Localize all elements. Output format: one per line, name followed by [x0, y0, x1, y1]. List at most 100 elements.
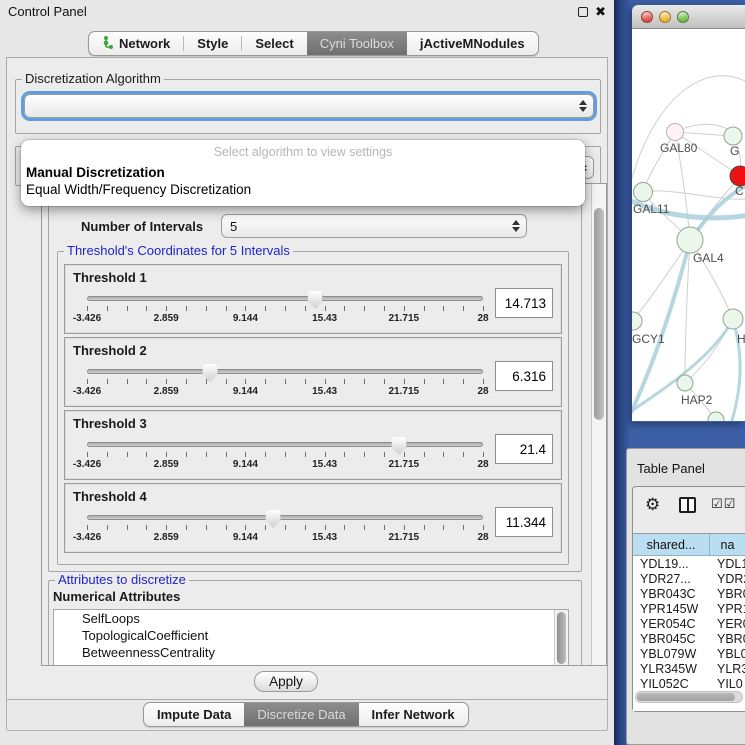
tick-label: 28: [477, 386, 488, 397]
tick-mark: [107, 379, 108, 384]
tab-style[interactable]: Style: [184, 32, 241, 55]
cell-shared-name: YBR043C: [633, 587, 710, 601]
table-header-row: shared... na: [633, 534, 745, 556]
tab-jactivemnodules[interactable]: jActiveMNodules: [407, 32, 538, 55]
tick-mark: [206, 525, 207, 530]
attribute-list-item[interactable]: SelfLoops: [54, 610, 568, 627]
tick-mark: [285, 452, 286, 457]
columns-icon[interactable]: [679, 497, 696, 513]
threshold-value-field[interactable]: 14.713: [495, 288, 553, 318]
table-row[interactable]: YIL052CYIL0: [633, 676, 745, 691]
tick-mark: [107, 452, 108, 457]
slider-track[interactable]: [87, 515, 483, 520]
number-of-intervals-value: 5: [230, 219, 237, 234]
network-node-gcy1[interactable]: [632, 312, 642, 330]
stepper-icon: [510, 219, 521, 233]
threshold-value-field[interactable]: 11.344: [495, 507, 553, 537]
number-of-intervals-combobox[interactable]: 5: [221, 214, 527, 238]
tick-label: -3.426: [73, 313, 101, 324]
network-node-c[interactable]: [730, 166, 745, 186]
tick-mark: [146, 306, 147, 311]
network-node-gal80[interactable]: [667, 124, 684, 141]
tick-mark: [245, 525, 246, 530]
dropdown-option-manual[interactable]: Manual Discretization: [21, 164, 585, 181]
network-icon: [102, 35, 114, 53]
table-row[interactable]: YPR145WYPR1: [633, 601, 745, 616]
dropdown-option-equal-width[interactable]: Equal Width/Frequency Discretization: [21, 181, 585, 198]
tick-mark: [325, 379, 326, 384]
tick-mark: [265, 306, 266, 311]
tab-impute-data[interactable]: Impute Data: [144, 703, 244, 726]
attribute-list-item[interactable]: TopologicalCoefficient: [54, 627, 568, 644]
tab-discretize-data[interactable]: Discretize Data: [244, 703, 358, 726]
minimize-traffic-light[interactable]: [659, 11, 671, 23]
settings-scrollbar-thumb[interactable]: [594, 208, 604, 420]
tab-label: Impute Data: [157, 707, 231, 722]
attribute-list-item[interactable]: BetweennessCentrality: [54, 644, 568, 661]
close-traffic-light[interactable]: [641, 11, 653, 23]
table-row[interactable]: YBL079WYBL0: [633, 646, 745, 661]
node-label: G: [730, 144, 739, 158]
zoom-traffic-light[interactable]: [677, 11, 689, 23]
tick-mark: [443, 306, 444, 311]
apply-button[interactable]: Apply: [254, 671, 318, 692]
settings-scrollbar[interactable]: [591, 184, 606, 665]
tick-label: 9.144: [233, 313, 258, 324]
network-node-gal11[interactable]: [634, 183, 653, 202]
network-node-h[interactable]: [723, 309, 743, 329]
tick-mark: [245, 452, 246, 457]
table-row[interactable]: YBR043CYBR0: [633, 586, 745, 601]
cell-name: YLR3: [710, 662, 745, 676]
list-scrollbar-thumb[interactable]: [557, 612, 566, 664]
tick-label: -3.426: [73, 532, 101, 543]
tick-label: 9.144: [233, 532, 258, 543]
network-node[interactable]: [708, 412, 724, 421]
tab-network[interactable]: Network: [89, 32, 183, 55]
tick-mark: [226, 452, 227, 457]
table-row[interactable]: YBR045CYBR0: [633, 631, 745, 646]
tick-mark: [186, 379, 187, 384]
node-label: GAL4: [693, 251, 724, 265]
tab-infer-network[interactable]: Infer Network: [359, 703, 468, 726]
float-window-icon[interactable]: [578, 7, 588, 17]
table-row[interactable]: YLR345WYLR3: [633, 661, 745, 676]
interval-definition-group: Interval Definition Number of Intervals …: [48, 192, 582, 572]
cell-name: YIL0: [710, 677, 745, 691]
cell-shared-name: YIL052C: [633, 677, 710, 691]
list-scrollbar[interactable]: [554, 610, 568, 666]
tick-mark: [87, 525, 88, 530]
network-node-hap2[interactable]: [677, 375, 693, 391]
cell-shared-name: YBL079W: [633, 647, 710, 661]
node-label: GAL11: [633, 202, 670, 216]
tick-mark: [443, 452, 444, 457]
threshold-value-field[interactable]: 21.4: [495, 434, 553, 464]
cyni-toolbox-panel: Discretization Algorithm Select algorith…: [6, 57, 608, 700]
table-hscroll-thumb[interactable]: [637, 693, 735, 701]
tick-mark: [87, 379, 88, 384]
numerical-attributes-list[interactable]: SelfLoopsTopologicalCoefficientBetweenne…: [53, 609, 569, 666]
algorithm-combobox[interactable]: [24, 94, 594, 118]
network-node-g[interactable]: [724, 127, 742, 145]
tick-mark: [305, 452, 306, 457]
tick-label: 21.715: [389, 386, 420, 397]
tab-select[interactable]: Select: [242, 32, 306, 55]
column-header-name[interactable]: na: [710, 534, 745, 555]
tick-mark: [404, 525, 405, 530]
slider-track[interactable]: [87, 296, 483, 301]
network-canvas[interactable]: GAL80GCGAL11GAL4GCY1HHAP2: [632, 29, 745, 421]
table-horizontal-scrollbar[interactable]: [635, 691, 743, 703]
tick-mark: [384, 525, 385, 530]
gear-icon[interactable]: ⚙: [645, 495, 660, 515]
network-node-gal4[interactable]: [677, 227, 703, 253]
table-row[interactable]: YDL19...YDL1: [633, 556, 745, 571]
column-header-shared[interactable]: shared...: [633, 534, 710, 555]
threshold-value-field[interactable]: 6.316: [495, 361, 553, 391]
close-icon[interactable]: ✖: [595, 4, 606, 20]
table-row[interactable]: YER054CYER0: [633, 616, 745, 631]
tab-cyni-toolbox[interactable]: Cyni Toolbox: [307, 32, 407, 55]
slider-track[interactable]: [87, 369, 483, 374]
tick-label: 15.43: [312, 386, 337, 397]
table-row[interactable]: YDR27...YDR2: [633, 571, 745, 586]
select-columns-checkbox-icons[interactable]: ☑☑: [711, 496, 736, 512]
slider-track[interactable]: [87, 442, 483, 447]
